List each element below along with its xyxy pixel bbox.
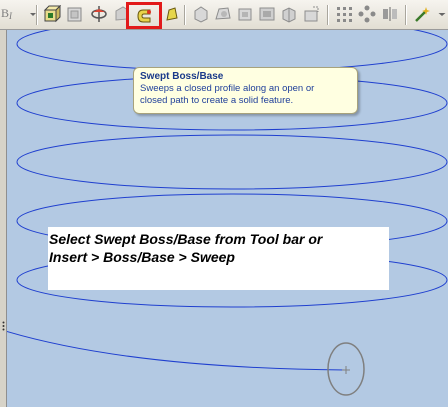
dome-icon[interactable] bbox=[302, 5, 320, 23]
instruction-line-2: Insert > Boss/Base > Sweep bbox=[49, 249, 235, 265]
tooltip-title: Swept Boss/Base bbox=[140, 71, 224, 82]
toolbar-separator bbox=[184, 5, 186, 25]
wand-icon[interactable] bbox=[413, 5, 431, 23]
italic-letter: I bbox=[9, 11, 12, 21]
shell-icon[interactable] bbox=[280, 5, 298, 23]
extrude-cut-icon[interactable] bbox=[192, 5, 210, 23]
swept-boss-highlight bbox=[126, 2, 162, 29]
loft-boss-icon[interactable] bbox=[66, 5, 84, 23]
toolbar-separator bbox=[36, 5, 38, 25]
swept-cut-icon[interactable] bbox=[258, 5, 276, 23]
instruction-line-1: Select Swept Boss/Base from Tool bar or bbox=[49, 231, 323, 247]
toolbar-separator bbox=[327, 5, 329, 25]
extrude-boss-icon[interactable] bbox=[43, 5, 61, 23]
tooltip-desc-line-2: closed path to create a solid feature. bbox=[140, 95, 294, 106]
toolbar-separator bbox=[405, 5, 407, 25]
origin-cross-icon bbox=[342, 366, 350, 374]
dropdown-arrow-icon[interactable] bbox=[433, 5, 446, 23]
tooltip-desc-line-1: Sweeps a closed profile along an open or bbox=[140, 83, 315, 94]
tooltip-swept-boss: Swept Boss/Base Sweeps a closed profile … bbox=[133, 67, 358, 114]
dropdown-arrow-icon[interactable] bbox=[24, 5, 36, 23]
feature-tree-splitter[interactable] bbox=[0, 30, 7, 407]
tooltip-description: Sweeps a closed profile along an open or… bbox=[140, 83, 351, 107]
fill-icon[interactable] bbox=[163, 5, 181, 23]
circular-pattern-icon[interactable] bbox=[358, 5, 376, 23]
bold-letter: B bbox=[1, 6, 10, 20]
swept-boss-icon[interactable] bbox=[136, 7, 154, 25]
splitter-grip-icon bbox=[2, 318, 5, 331]
linear-pattern-icon[interactable] bbox=[335, 5, 353, 23]
revolve-cut-icon[interactable] bbox=[214, 5, 232, 23]
mirror-icon[interactable] bbox=[381, 5, 399, 23]
text-format-button[interactable]: B I bbox=[1, 5, 23, 23]
features-toolbar: B I bbox=[0, 0, 448, 30]
loft-cut-icon[interactable] bbox=[236, 5, 254, 23]
revolve-boss-icon[interactable] bbox=[90, 5, 108, 23]
instruction-callout: Select Swept Boss/Base from Tool bar or … bbox=[48, 227, 389, 290]
